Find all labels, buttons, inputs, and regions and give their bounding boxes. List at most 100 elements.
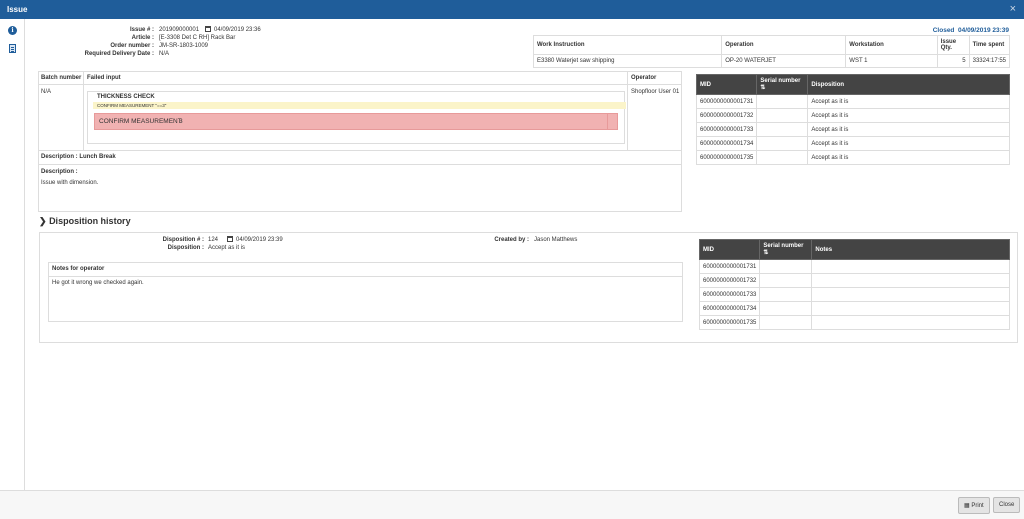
table-cell: 6000000000001733: [698, 287, 761, 302]
printer-icon: ▦: [964, 503, 970, 509]
batch-header: Batch number: [41, 75, 82, 81]
disposition-label: Disposition :: [167, 245, 204, 251]
table-cell: 6000000000001732: [695, 108, 758, 123]
disposition-history-toggle[interactable]: ❯ Disposition history: [39, 216, 131, 227]
divider: [39, 150, 681, 151]
delivery-value: N/A: [159, 51, 170, 57]
table-cell: [811, 301, 1010, 316]
table-header-row: MID Serial number ⇅ Disposition: [695, 74, 1010, 95]
table-cell: 6000000000001731: [698, 259, 761, 274]
info-icon[interactable]: i: [8, 26, 17, 35]
mid-disposition-table: MID Serial number ⇅ Disposition 60000000…: [695, 74, 1010, 165]
table-header-row: Work Instruction Operation Workstation I…: [532, 35, 1011, 55]
table-row: E3380 Waterjet saw shipping OP-20 WATERJ…: [532, 54, 1011, 68]
table-row: 6000000000001731: [698, 259, 1010, 274]
table-cell: [811, 259, 1010, 274]
check-rule-bar: [93, 102, 626, 109]
column-header[interactable]: Serial number ⇅: [756, 74, 809, 95]
table-cell: [811, 315, 1010, 330]
notes-value: He got it wrong we checked again.: [52, 280, 144, 286]
chevron-right-icon: ❯: [39, 216, 47, 226]
print-button[interactable]: ▦ Print: [958, 497, 990, 514]
status-badge: Closed 04/09/2019 23:39: [932, 27, 1009, 34]
section-title: Disposition history: [49, 216, 131, 226]
close-button[interactable]: Close: [993, 497, 1021, 513]
table-row: 6000000000001733 Accept as it is: [695, 122, 1010, 137]
window-title: Issue: [7, 5, 28, 14]
column-header[interactable]: Serial number ⇅: [759, 239, 813, 260]
notes-panel: [48, 262, 683, 322]
column-header: Issue Qty.: [936, 35, 970, 55]
table-row: 6000000000001733: [698, 287, 1010, 302]
issue-number: 201909000001: [159, 27, 200, 33]
close-icon[interactable]: ×: [1010, 3, 1016, 15]
description-2-value: Issue with dimension.: [41, 180, 99, 186]
table-cell: [756, 150, 809, 165]
failed-header: Failed input: [87, 75, 121, 81]
created-by-label: Created by :: [494, 237, 529, 243]
created-by-value: Jason Matthews: [534, 237, 578, 243]
table-cell: Accept as it is: [807, 136, 1010, 151]
sort-icon: ⇅: [763, 250, 769, 256]
table-cell: [756, 108, 809, 123]
table-cell: Accept as it is: [807, 122, 1010, 137]
check-title: THICKNESS CHECK: [97, 94, 155, 100]
article-label: Article :: [131, 35, 154, 41]
column-header: Operation: [721, 35, 847, 55]
table-row: 6000000000001734: [698, 301, 1010, 316]
table-cell: [759, 301, 813, 316]
description-2-label: Description :: [41, 169, 78, 175]
table-row: 6000000000001735 Accept as it is: [695, 150, 1010, 165]
measurement-label: CONFIRM MEASUREMENT: [99, 118, 182, 125]
table-cell: [759, 259, 813, 274]
table-cell: [756, 122, 809, 137]
table-cell: 6000000000001731: [695, 94, 758, 109]
divider: [83, 71, 84, 150]
table-cell: 6000000000001734: [698, 301, 761, 316]
divider: [39, 164, 681, 165]
table-row: 6000000000001731 Accept as it is: [695, 94, 1010, 109]
table-row: 6000000000001732: [698, 273, 1010, 288]
document-icon[interactable]: [9, 44, 16, 53]
table-cell: [759, 273, 813, 288]
work-instruction-table: Work Instruction Operation Workstation I…: [532, 35, 1011, 68]
table-cell: OP-20 WATERJET: [721, 54, 847, 68]
column-header: Disposition: [807, 74, 1010, 95]
table-row: 6000000000001734 Accept as it is: [695, 136, 1010, 151]
table-cell: 6000000000001733: [695, 122, 758, 137]
table-cell: Accept as it is: [807, 150, 1010, 165]
table-cell: [811, 287, 1010, 302]
table-cell: WST 1: [845, 54, 938, 68]
table-header-row: MID Serial number ⇅ Notes: [698, 239, 1010, 260]
order-value: JM-SR-1803-1009: [159, 43, 209, 49]
disposition-number: 124: [208, 237, 219, 243]
operator-header: Operator: [631, 75, 657, 81]
issue-label: Issue # :: [129, 27, 154, 33]
delivery-label: Required Delivery Date :: [84, 51, 154, 57]
table-cell: 5: [936, 54, 970, 68]
disposition-value: Accept as it is: [208, 245, 246, 251]
disposition-time: 04/09/2019 23:39: [236, 237, 283, 243]
check-rule: CONFIRM MEASUREMENT "==3": [97, 103, 167, 108]
footer-bar: [0, 490, 1024, 519]
title-bar: Issue ×: [0, 0, 1024, 19]
issue-time: 04/09/2019 23:36: [214, 27, 261, 33]
table-cell: 6000000000001734: [695, 136, 758, 151]
column-header: Notes: [811, 239, 1010, 260]
column-header: Workstation: [845, 35, 938, 55]
table-cell: [811, 273, 1010, 288]
table-cell: E3380 Waterjet saw shipping: [532, 54, 723, 68]
batch-value: N/A: [41, 89, 52, 95]
table-cell: 6000000000001732: [698, 273, 761, 288]
article-value: [E-3308 Det C RH] Rack Bar: [159, 35, 236, 41]
calendar-icon: [205, 26, 211, 32]
table-cell: Accept as it is: [807, 94, 1010, 109]
table-row: 6000000000001735: [698, 315, 1010, 330]
notes-title: Notes for operator: [52, 266, 105, 272]
column-header: Work Instruction: [532, 35, 723, 55]
sidebar: i: [0, 19, 25, 490]
table-row: 6000000000001732 Accept as it is: [695, 108, 1010, 123]
column-header: MID: [695, 74, 758, 95]
divider: [39, 84, 681, 85]
operator-value: Shopfloor User 01: [631, 89, 680, 95]
